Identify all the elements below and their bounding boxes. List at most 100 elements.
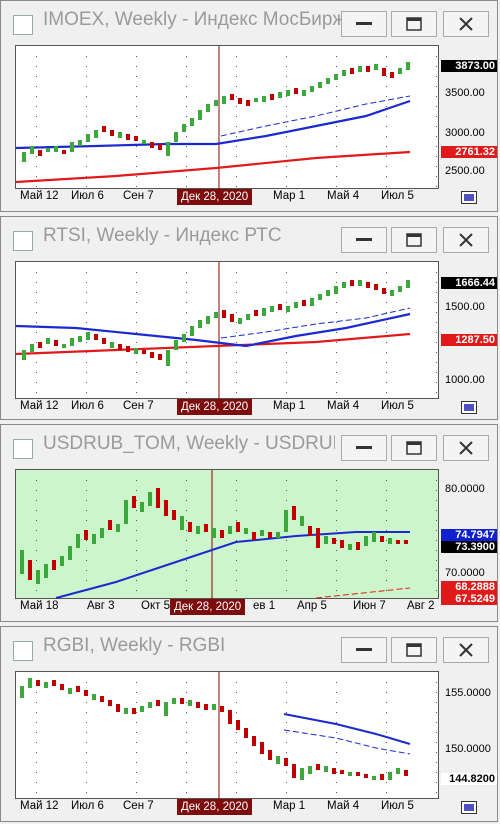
- ma-value-tag: 1287.50: [441, 334, 497, 346]
- candles: [22, 280, 410, 366]
- price-axis: 155.0000 150.0000 144.8200: [441, 671, 497, 799]
- chart-app-icon: [13, 439, 33, 459]
- maximize-button[interactable]: [391, 11, 437, 37]
- chart-app-icon: [13, 15, 33, 35]
- time-label: Май 18: [20, 600, 59, 612]
- time-label: Июл 5: [381, 190, 414, 202]
- title-bar[interactable]: RTSI, Weekly - Индекс РТС: [1, 217, 497, 259]
- time-label: Сен 7: [123, 190, 154, 202]
- time-axis: Май 18 Авг 3 Окт 5 ев 1 Апр 5 Июн 7 Авг …: [15, 599, 439, 615]
- crosshair-date-label: Дек 28, 2020: [177, 799, 253, 815]
- minimize-button[interactable]: [341, 227, 387, 253]
- time-label: Сен 7: [123, 800, 154, 812]
- price-chart[interactable]: [15, 469, 439, 600]
- candles: [20, 678, 408, 780]
- time-label: Июл 5: [381, 800, 414, 812]
- chart-app-icon: [13, 231, 33, 251]
- usdrub-window: USDRUB_TOM, Weekly - USDRUB_T...: [0, 424, 498, 622]
- price-label: 155.0000: [445, 687, 491, 699]
- time-label: Июн 7: [353, 600, 386, 612]
- close-button[interactable]: [443, 435, 489, 461]
- maximize-button[interactable]: [391, 637, 437, 663]
- title-bar[interactable]: RGBI, Weekly - RGBI: [1, 627, 497, 669]
- ma-value-tag-3: 67.5249: [441, 593, 497, 605]
- ma-slow-line: [16, 150, 411, 184]
- close-button[interactable]: [443, 11, 489, 37]
- chart-settings-icon[interactable]: [461, 191, 477, 204]
- price-axis: 1666.44 1500.00 1287.50 1000.00: [441, 261, 497, 399]
- window-title: RGBI, Weekly - RGBI: [43, 635, 226, 656]
- time-label: Мар 1: [273, 400, 306, 412]
- time-axis: Май 12 Июл 6 Сен 7 Мар 1 Май 4 Июл 5 Дек…: [15, 799, 439, 815]
- grid-dots: [36, 56, 437, 187]
- last-price-tag: 73.3900: [441, 541, 497, 553]
- chart-canvas: [16, 46, 437, 190]
- crosshair-date-label: Дек 28, 2020: [177, 189, 253, 205]
- chart-canvas: [20, 672, 437, 800]
- time-label: Июл 6: [71, 400, 104, 412]
- price-label: 80.0000: [445, 483, 485, 495]
- time-label: Апр 5: [297, 600, 327, 612]
- price-chart[interactable]: [15, 671, 439, 800]
- price-chart[interactable]: [15, 261, 439, 400]
- window-title: IMOEX, Weekly - Индекс МосБиржи: [43, 9, 356, 30]
- window-title: RTSI, Weekly - Индекс РТС: [43, 225, 282, 246]
- time-label: Мар 1: [273, 800, 306, 812]
- rtsi-window: RTSI, Weekly - Индекс РТС 1666.44 1500.0…: [0, 216, 498, 420]
- ma-fast-line: [16, 312, 411, 348]
- maximize-button[interactable]: [391, 435, 437, 461]
- close-button[interactable]: [443, 227, 489, 253]
- minimize-button[interactable]: [341, 435, 387, 461]
- time-label: Май 4: [327, 190, 360, 202]
- ma-value-tag: 2761.32: [441, 146, 497, 158]
- maximize-button[interactable]: [391, 227, 437, 253]
- last-price-tag: 1666.44: [441, 277, 497, 289]
- price-axis: 80.0000 74.7947 73.3900 70.0000 68.2888 …: [441, 469, 497, 605]
- price-label: 2500.00: [445, 165, 485, 177]
- grid-dots: [36, 480, 437, 591]
- time-label: Авг 2: [407, 600, 435, 612]
- price-axis: 3873.00 3500.00 3000.00 2761.32 2500.00: [441, 45, 497, 189]
- crosshair-date-label: Дек 28, 2020: [177, 399, 253, 415]
- last-price-tag: 144.8200: [441, 773, 497, 785]
- window-title: USDRUB_TOM, Weekly - USDRUB_T...: [43, 433, 335, 454]
- candles: [20, 488, 408, 584]
- time-label: Июл 5: [381, 400, 414, 412]
- ma-fast-line: [55, 531, 410, 599]
- imoex-window: IMOEX, Weekly - Индекс МосБиржи 3873.00 …: [0, 0, 498, 212]
- price-label: 1000.00: [445, 374, 485, 386]
- minimize-button[interactable]: [341, 11, 387, 37]
- grid-dots: [36, 272, 437, 393]
- title-bar[interactable]: IMOEX, Weekly - Индекс МосБиржи: [1, 1, 497, 43]
- price-chart[interactable]: [15, 45, 439, 190]
- time-label: Май 12: [20, 400, 59, 412]
- ma-slow-line: [16, 332, 411, 356]
- time-label: Авг 3: [87, 600, 115, 612]
- price-label: 3500.00: [445, 87, 485, 99]
- price-label: 150.0000: [445, 743, 491, 755]
- time-label: Мар 1: [273, 190, 306, 202]
- chart-canvas: [20, 470, 437, 600]
- last-price-tag: 3873.00: [441, 60, 497, 72]
- chart-settings-icon[interactable]: [461, 401, 477, 414]
- chart-settings-icon[interactable]: [461, 801, 477, 814]
- time-axis: Май 12 Июл 6 Сен 7 Мар 1 Май 4 Июл 5 Дек…: [15, 399, 439, 415]
- title-bar[interactable]: USDRUB_TOM, Weekly - USDRUB_T...: [1, 425, 497, 467]
- time-label: Май 12: [20, 190, 59, 202]
- minimize-button[interactable]: [341, 637, 387, 663]
- time-label: Окт 5: [141, 600, 170, 612]
- ma-fast-line: [16, 99, 411, 150]
- chart-app-icon: [13, 641, 33, 661]
- price-label: 1500.00: [445, 301, 485, 313]
- rgbi-window: RGBI, Weekly - RGBI 155.0000 150.0000 14…: [0, 626, 498, 822]
- price-label: 70.0000: [445, 567, 485, 579]
- close-button[interactable]: [443, 637, 489, 663]
- crosshair-date-label: Дек 28, 2020: [170, 599, 246, 615]
- time-label: ев 1: [253, 600, 276, 612]
- time-label: Май 4: [327, 400, 360, 412]
- ma-value-tag-2: 68.2888: [441, 581, 497, 593]
- time-label: Сен 7: [123, 400, 154, 412]
- time-label: Июл 6: [71, 800, 104, 812]
- time-label: Май 12: [20, 800, 59, 812]
- time-label: Май 4: [327, 800, 360, 812]
